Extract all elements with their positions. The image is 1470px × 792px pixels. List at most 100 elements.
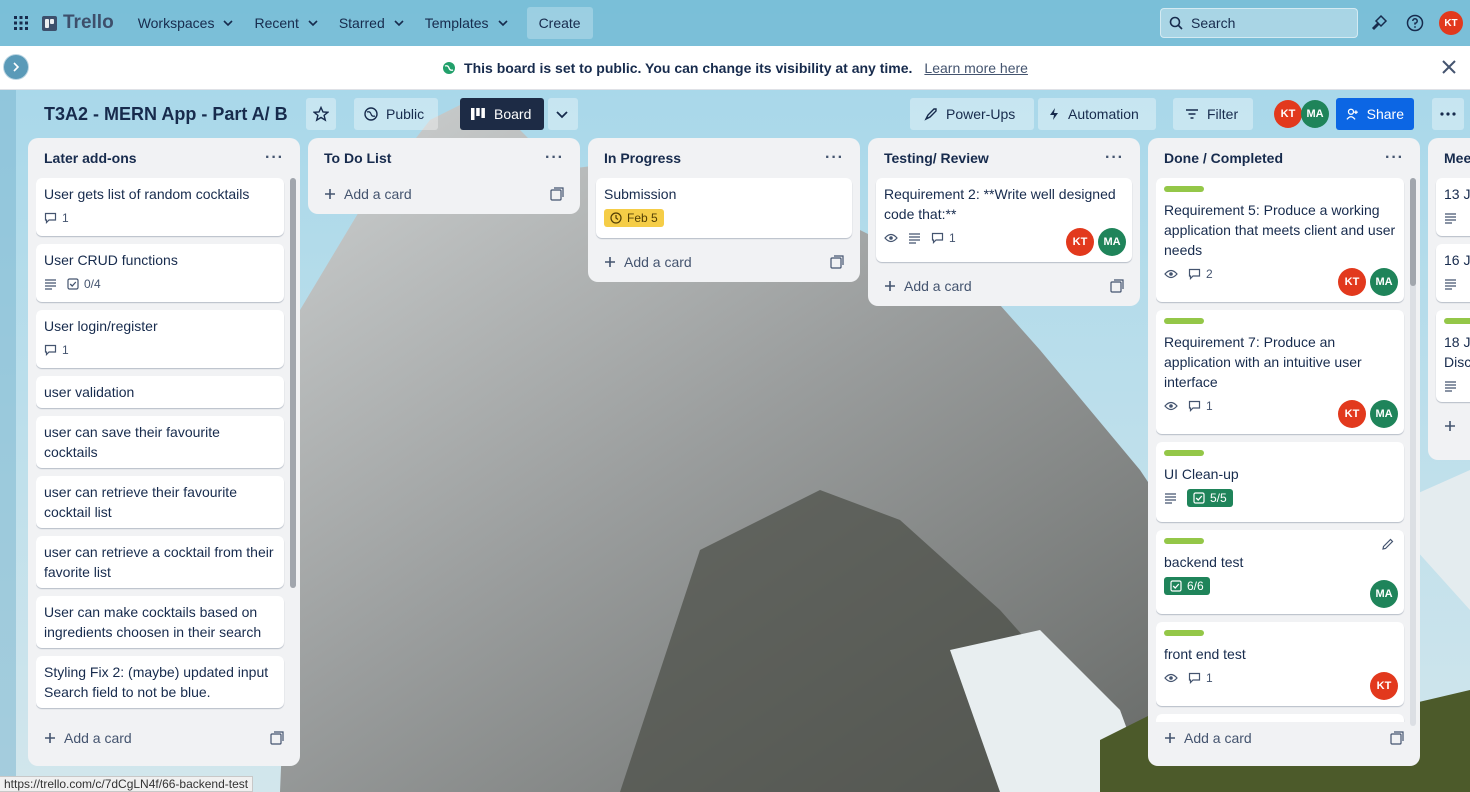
card[interactable]: Styling Fix 2: (maybe) updated input Sea… [36,656,284,708]
edit-icon[interactable] [1382,538,1394,550]
starred-menu[interactable]: Starred [329,7,415,39]
search-box[interactable] [1160,8,1358,38]
learn-more-link[interactable]: Learn more here [924,60,1028,76]
list-menu-icon[interactable]: ··· [1385,149,1404,167]
list-scrollbar[interactable] [1410,178,1416,726]
create-from-template-icon[interactable] [1390,731,1404,745]
power-ups-button[interactable]: Power-Ups [910,98,1034,130]
user-avatar[interactable]: KT [1439,11,1463,35]
member-avatar-ma[interactable]: MA [1370,580,1398,608]
list-title[interactable]: In Progress [604,150,681,166]
board-menu-button[interactable] [1432,98,1464,130]
card[interactable]: Requirement 5: Produce a working applica… [1156,178,1404,302]
member-avatar-kt[interactable]: KT [1338,268,1366,296]
public-board-banner: This board is set to public. You can cha… [0,46,1470,90]
comment-icon [1188,672,1201,684]
card[interactable]: User CRUD functions 0/4 [36,244,284,302]
member-avatar-kt[interactable]: KT [1370,672,1398,700]
create-from-template-icon[interactable] [270,731,284,745]
add-card-button[interactable]: Add a card [884,278,972,294]
comment-icon [1188,268,1201,280]
plus-icon [1445,421,1455,431]
expand-sidebar-button[interactable] [3,54,29,80]
card[interactable]: Submission Feb 5 [596,178,852,238]
clock-icon [610,212,622,224]
close-icon[interactable] [1440,58,1458,76]
checkbox-icon [67,278,79,290]
app-switcher-icon[interactable] [8,10,34,36]
filter-button[interactable]: Filter [1173,98,1253,130]
card[interactable]: UI Clean-up 5/5 [1156,442,1404,522]
list-title[interactable]: To Do List [324,150,391,166]
list-menu-icon[interactable]: ··· [825,149,844,167]
card[interactable]: Requirement 2: **Write well designed cod… [876,178,1132,262]
create-from-template-icon[interactable] [1110,279,1124,293]
add-card-button[interactable]: Add a card [604,254,692,270]
sidebar-strip [0,90,16,792]
card-members: KT MA [1338,400,1398,428]
star-board-button[interactable] [306,98,336,130]
visibility-button[interactable]: Public [354,98,438,130]
chevron-down-icon [394,20,404,27]
list-title[interactable]: Mee [1444,150,1470,166]
card[interactable]: user can retrieve their favourite cockta… [36,476,284,528]
card-title: Requirement 5: Produce a working applica… [1164,202,1396,258]
search-input[interactable] [1191,15,1341,31]
list-scrollbar[interactable] [290,178,296,588]
comment-count: 1 [1206,399,1213,413]
card[interactable]: User login/register 1 [36,310,284,368]
card[interactable]: user can save their favourite cocktails [36,416,284,468]
list-title[interactable]: Done / Completed [1164,150,1283,166]
card[interactable]: 16 J [1436,244,1470,302]
member-avatar-kt[interactable]: KT [1338,400,1366,428]
add-card-button[interactable]: Add a card [324,186,412,202]
browser-status-url: https://trello.com/c/7dCgLN4f/66-backend… [0,776,254,792]
create-from-template-icon[interactable] [550,187,564,201]
create-button[interactable]: Create [526,7,593,39]
card[interactable]: User can make cocktails based on ingredi… [36,596,284,648]
card[interactable]: 18 J Disc [1436,310,1470,402]
board-header: T3A2 - MERN App - Part A/ B Public Board… [16,90,1470,138]
list-menu-icon[interactable]: ··· [545,149,564,167]
due-date-badge[interactable]: Feb 5 [604,209,664,227]
list-title[interactable]: Testing/ Review [884,150,989,166]
card[interactable]: User gets list of random cocktails 1 [36,178,284,236]
checklist-count: 6/6 [1187,579,1204,593]
card[interactable]: backend test 6/6 MA [1156,530,1404,614]
trello-logo[interactable]: Trello [42,12,114,34]
templates-menu[interactable]: Templates [415,7,519,39]
member-avatar-ma[interactable]: MA [1370,400,1398,428]
list-menu-icon[interactable]: ··· [1105,149,1124,167]
add-card-button[interactable]: Add a card [1164,730,1252,746]
views-dropdown-button[interactable] [548,98,578,130]
card[interactable]: user validation [36,376,284,408]
comments-badge: 1 [931,231,956,245]
comment-count: 2 [1206,267,1213,281]
add-card-button[interactable] [1444,420,1456,432]
workspaces-menu[interactable]: Workspaces [128,7,245,39]
card[interactable]: 13 J [1436,178,1470,236]
card[interactable]: user can retrieve a cocktail from their … [36,536,284,588]
member-avatar-ma[interactable]: MA [1370,268,1398,296]
board-title[interactable]: T3A2 - MERN App - Part A/ B [44,104,288,125]
recent-menu[interactable]: Recent [244,7,328,39]
member-avatar-ma[interactable]: MA [1301,100,1329,128]
board-view-button[interactable]: Board [460,98,544,130]
card-title: user can retrieve a cocktail from their … [44,544,274,580]
notifications-icon[interactable] [1367,11,1391,35]
card[interactable] [1156,714,1404,722]
share-button[interactable]: Share [1336,98,1414,130]
member-avatar-ma[interactable]: MA [1098,228,1126,256]
list-title[interactable]: Later add-ons [44,150,137,166]
card-label-green [1164,450,1204,456]
automation-button[interactable]: Automation [1038,98,1156,130]
card[interactable]: front end test 1 KT [1156,622,1404,706]
help-icon[interactable] [1403,11,1427,35]
member-avatar-kt[interactable]: KT [1066,228,1094,256]
add-card-button[interactable]: Add a card [44,730,132,746]
card[interactable]: Requirement 7: Produce an application wi… [1156,310,1404,434]
card-members: KT MA [1066,228,1126,256]
create-from-template-icon[interactable] [830,255,844,269]
list-menu-icon[interactable]: ··· [265,149,284,167]
member-avatar-kt[interactable]: KT [1274,100,1302,128]
